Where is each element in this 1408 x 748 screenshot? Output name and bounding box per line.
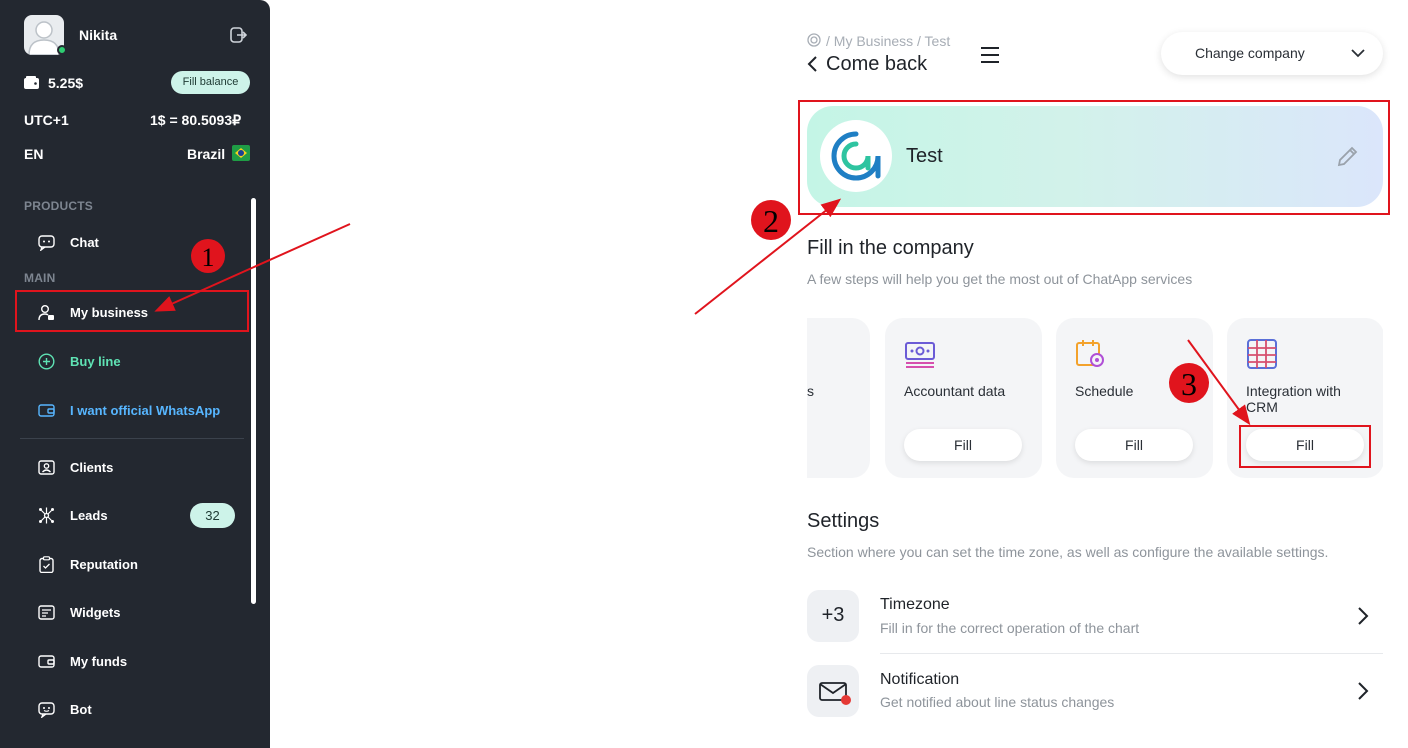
step-card-accountant[interactable]: Accountant data Fill [885,318,1042,478]
chevron-left-icon[interactable] [807,56,819,72]
network-icon [39,507,54,524]
step-marker-2: 2 [751,200,791,240]
sidebar-item-label: Widgets [70,605,121,620]
timezone-subtitle: Fill in for the correct operation of the… [880,620,1140,636]
sidebar-item-widgets[interactable]: Widgets [20,592,244,632]
fill-schedule-button[interactable]: Fill [1075,429,1193,461]
settings-divider [880,653,1383,654]
chatapp-home-icon[interactable] [807,33,821,47]
fill-section-title: Fill in the company [807,237,974,259]
bot-icon [38,702,55,718]
step-marker-2-label: 2 [763,203,779,239]
logout-icon[interactable] [229,26,247,44]
step-card-schedule[interactable]: Schedule Fill [1056,318,1213,478]
highlight-box-crm-fill [1239,425,1371,468]
fill-balance-button[interactable]: Fill balance [171,71,250,94]
sidebar: Nikita 5.25$ Fill balance UTC+1 1$ = 80.… [0,0,270,748]
section-label-main: MAIN [24,271,56,285]
step-card-label: s [807,383,814,399]
sidebar-item-label: I want official WhatsApp [70,403,221,418]
fill-accountant-button[interactable]: Fill [904,429,1022,461]
country-selector[interactable]: Brazil [187,146,225,162]
clipboard-icon [39,556,54,573]
timezone-icon: +3 [807,590,859,642]
sidebar-item-label: Bot [70,702,92,717]
sidebar-item-reputation[interactable]: Reputation [20,544,244,584]
accountant-icon [905,342,935,368]
settings-title: Settings [807,510,880,532]
settings-subtitle: Section where you can set the time zone,… [807,544,1329,560]
chevron-right-icon[interactable] [1356,681,1370,701]
sidebar-item-label: Clients [70,460,114,475]
sidebar-item-label: Buy line [70,354,121,369]
user-name: Nikita [79,27,118,43]
sidebar-item-label: Chat [70,235,99,250]
wallet-icon [24,76,39,89]
schedule-icon [1076,340,1104,367]
envelope-icon [819,682,851,705]
sidebar-item-label: Reputation [70,557,138,572]
highlight-box-my-business [15,290,249,332]
id-card-icon [38,460,55,475]
change-company-dropdown[interactable]: Change company [1161,32,1383,75]
sidebar-item-chat[interactable]: Chat [20,222,244,262]
chat-icon [38,235,55,251]
widget-icon [38,605,55,620]
leads-count-badge: 32 [190,503,235,528]
timezone-title[interactable]: Timezone [880,596,950,614]
notification-title[interactable]: Notification [880,671,959,689]
sidebar-item-buy-line[interactable]: Buy line [20,341,244,381]
chevron-down-icon [1351,49,1365,58]
highlight-box-company-card [798,100,1390,215]
timezone-value: UTC+1 [24,112,69,128]
sidebar-item-clients[interactable]: Clients [20,447,244,487]
change-company-label: Change company [1195,45,1305,61]
step-card-label: Schedule [1075,383,1134,399]
step-card-label: Integration with CRM [1246,383,1341,415]
section-label-products: PRODUCTS [24,199,93,213]
timezone-offset: +3 [821,604,845,626]
fill-section-subtitle: A few steps will help you get the most o… [807,271,1193,287]
notification-subtitle: Get notified about line status changes [880,694,1115,710]
sidebar-item-my-funds[interactable]: My funds [20,641,244,681]
wallet-icon [38,404,55,417]
notification-icon [807,665,859,717]
balance-value: 5.25$ [48,75,84,91]
brazil-flag-icon [232,145,250,161]
step-card-label: Accountant data [904,383,1006,399]
exchange-rate: 1$ = 80.5093₽ [150,112,242,128]
crm-table-icon [1247,339,1277,369]
wallet-icon [38,655,55,668]
plus-circle-icon [38,353,55,370]
sidebar-item-label: Leads [70,508,108,523]
language-selector[interactable]: EN [24,146,43,162]
sidebar-divider [20,438,244,439]
step-card-partial[interactable]: s [807,318,870,478]
sidebar-item-label: My funds [70,654,128,669]
chevron-right-icon[interactable] [1356,606,1370,626]
sidebar-item-bot[interactable]: Bot [20,689,244,729]
sidebar-item-official-whatsapp[interactable]: I want official WhatsApp [20,390,244,430]
come-back-link[interactable]: Come back [826,53,927,76]
breadcrumb[interactable]: / My Business / Test [826,33,950,49]
online-status-dot [57,45,67,55]
menu-icon[interactable] [980,45,1000,65]
sidebar-scrollbar[interactable] [251,198,256,604]
